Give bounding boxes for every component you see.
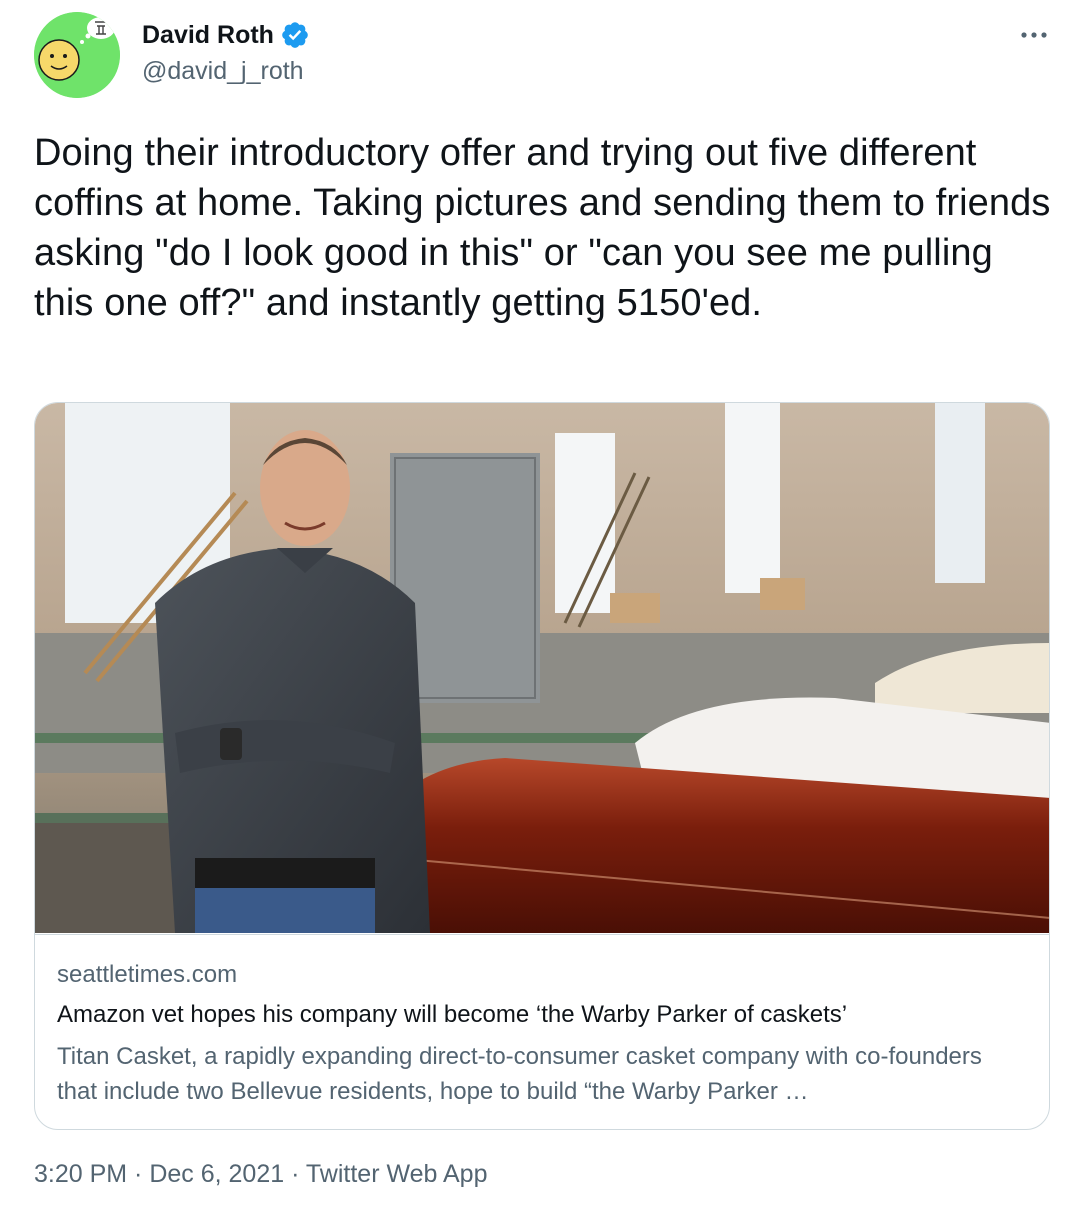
tweet-meta[interactable]: 3:20 PM · Dec 6, 2021 · Twitter Web App (34, 1160, 487, 1189)
avatar-illustration (34, 12, 120, 98)
card-info[interactable]: seattletimes.com Amazon vet hopes his co… (35, 934, 1049, 1105)
card-description: Titan Casket, a rapidly expanding direct… (57, 1043, 982, 1105)
author-handle[interactable]: @david_j_roth (142, 54, 304, 88)
tweet: David Roth @david_j_roth Doing their int… (0, 0, 1088, 1214)
card-image[interactable] (35, 403, 1050, 933)
author-name-row[interactable]: David Roth (142, 18, 310, 52)
author-name[interactable]: David Roth (142, 18, 274, 52)
card-domain: seattletimes.com (57, 961, 238, 988)
more-options-icon[interactable] (1016, 20, 1052, 50)
avatar[interactable] (34, 12, 120, 98)
tweet-text: Doing their introductory offer and tryin… (34, 132, 1051, 324)
verified-badge-icon (282, 22, 308, 48)
link-card[interactable]: seattletimes.com Amazon vet hopes his co… (34, 402, 1050, 1130)
card-title[interactable]: Amazon vet hopes his company will become… (57, 1001, 847, 1029)
